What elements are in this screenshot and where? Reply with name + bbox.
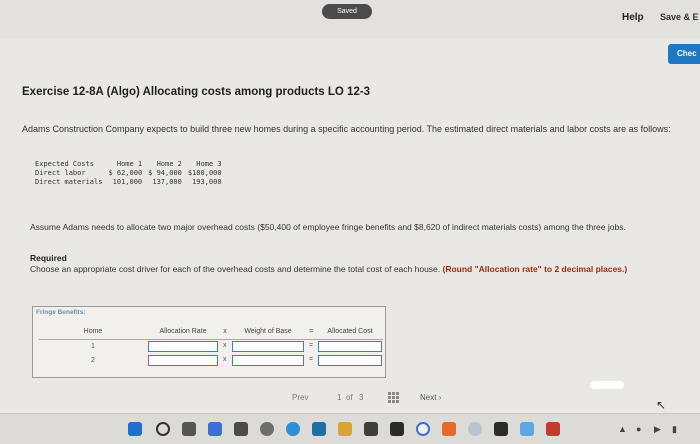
windows-start-icon[interactable] [128,422,142,436]
task-view-icon[interactable] [182,422,196,436]
next-button[interactable]: Next › [420,393,441,402]
header-times: x [219,325,231,340]
expected-costs-table: Expected Costs Home 1 Home 2 Home 3 Dire… [35,160,228,187]
equals-operator: = [309,342,314,349]
page-of-label: of [346,393,353,402]
weight-of-base-input[interactable] [232,341,304,352]
grid-icon[interactable] [388,392,399,403]
header-weight-of-base: Weight of Base [231,325,305,340]
table-header: Home 2 [156,160,182,168]
table-header: Expected Costs [35,160,95,168]
equals-operator: = [309,356,314,363]
table-cell: $180,000 [187,169,222,177]
fringe-benefits-worksheet: Fringe Benefits: Home Allocation Rate x … [32,306,386,378]
table-cell: 137,000 [152,178,182,186]
check-my-work-button[interactable]: Chec [668,44,700,64]
top-bar: Saved Help Save & E [0,0,700,38]
volume-icon[interactable]: ▶ [654,424,661,435]
app-icon[interactable] [546,422,560,436]
times-operator: x [223,342,227,349]
wifi-icon[interactable]: ● [636,424,641,434]
app-icon[interactable] [260,422,274,436]
file-explorer-icon[interactable] [338,422,352,436]
tray-arrow-icon[interactable]: ▲ [618,424,627,434]
rounding-note: (Round "Allocation rate" to 2 decimal pl… [442,264,628,274]
table-cell: $ 94,000 [148,169,182,177]
store-icon[interactable] [312,422,326,436]
worksheet-section-label: Fringe Benefits: [36,309,86,316]
allocation-rate-input[interactable] [148,341,218,352]
weight-of-base-input[interactable] [232,355,304,366]
app-icon[interactable] [442,422,456,436]
app-icon[interactable] [390,422,404,436]
table-cell: Direct labor [35,169,86,177]
chrome-icon[interactable] [416,422,430,436]
allocation-rate-input[interactable] [148,355,218,366]
help-link[interactable]: Help [622,12,644,23]
table-cell: Direct materials [35,178,103,186]
exercise-intro: Adams Construction Company expects to bu… [22,124,671,134]
row-home-label: 2 [91,357,95,364]
header-equals: = [305,325,317,340]
prev-button[interactable]: Prev [292,393,308,402]
table-header-row: Expected Costs Home 1 Home 2 Home 3 [35,160,228,169]
os-taskbar: ▲ ● ▶ ▮ [0,413,700,444]
saved-indicator: Saved [322,4,372,19]
table-cell: $ 62,000 [108,169,143,177]
app-icon[interactable] [494,422,508,436]
next-label: Next [420,393,437,402]
edge-browser-icon[interactable] [286,422,300,436]
assumption-text: Assume Adams needs to allocate two major… [30,222,626,232]
header-home: Home [39,325,147,340]
allocated-cost-input[interactable] [318,355,382,366]
app-icon[interactable] [520,422,534,436]
chevron-right-icon: › [438,393,442,402]
chat-icon[interactable] [234,422,248,436]
exercise-title: Exercise 12-8A (Algo) Allocating costs a… [22,86,371,98]
current-page: 1 [337,393,342,402]
app-icon[interactable] [468,422,482,436]
row-home-label: 1 [91,343,95,350]
table-header: Home 1 [116,160,143,168]
mouse-cursor-icon: ↖ [656,398,667,412]
table-row: Direct labor $ 62,000 $ 94,000 $180,000 [35,169,228,178]
header-allocated-cost: Allocated Cost [317,325,383,340]
header-allocation-rate: Allocation Rate [147,325,219,340]
allocated-cost-input[interactable] [318,341,382,352]
table-header: Home 3 [196,160,222,168]
table-cell: 193,000 [192,178,222,186]
scroll-handle[interactable] [590,381,624,389]
search-icon[interactable] [156,422,170,436]
total-pages: 3 [359,393,364,402]
table-cell: 101,000 [112,178,143,186]
required-text: Choose an appropriate cost driver for ea… [30,264,670,275]
table-row: Direct materials 101,000 137,000 193,000 [35,178,228,187]
app-icon[interactable] [364,422,378,436]
save-exit-button[interactable]: Save & E [660,12,699,22]
required-heading: Required [30,253,67,263]
times-operator: x [223,356,227,363]
battery-icon[interactable]: ▮ [672,424,677,435]
widgets-icon[interactable] [208,422,222,436]
required-instruction: Choose an appropriate cost driver for ea… [30,264,441,274]
